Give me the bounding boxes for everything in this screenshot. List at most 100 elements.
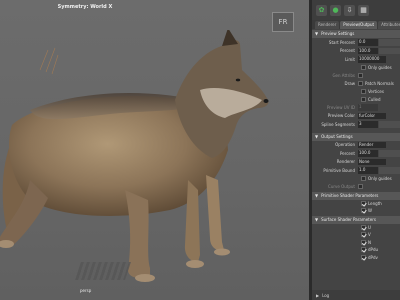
section-preview-settings[interactable]: ▼ Preview Settings	[312, 30, 400, 38]
preview-color-dropdown[interactable]: furColor	[358, 112, 386, 119]
start-percent-field[interactable]: 0.0	[358, 39, 378, 46]
camera-label: persp	[80, 288, 92, 293]
fur-guides	[39, 47, 59, 75]
primitive-bound-row: Primitive Bound 1.0	[312, 166, 400, 175]
section-title: Preview Settings	[321, 31, 355, 36]
panel-tabs: Renderer Preview/Output Attributes	[312, 20, 400, 29]
output-percent-label: Percent	[339, 150, 355, 156]
section-surface-shader[interactable]: ▼ Surface Shader Parameters	[312, 215, 400, 224]
primitive-bound-slider[interactable]	[379, 167, 400, 174]
section-output-settings[interactable]: ▼ Output Settings	[312, 132, 400, 141]
panel-toolbar: ✿ ● ⇩ ▦	[312, 0, 400, 20]
limit-label: Limit	[345, 56, 355, 62]
spline-segments-slider[interactable]	[379, 121, 400, 128]
shader-param-row[interactable]: U	[312, 224, 400, 232]
length-checkbox[interactable]	[361, 200, 366, 206]
tab-renderer[interactable]: Renderer	[315, 21, 340, 29]
3d-viewport[interactable]: Symmetry: World X FR persp	[0, 0, 309, 300]
expand-arrow-icon: ▶	[316, 292, 320, 298]
percent-slider[interactable]	[379, 47, 400, 54]
u-label: U	[368, 224, 371, 230]
gen-attribs-checkbox[interactable]	[358, 72, 363, 78]
grid-icon[interactable]: ▦	[358, 4, 369, 16]
percent-label: Percent	[339, 48, 355, 54]
primitive-bound-label: Primitive Bound	[323, 167, 355, 173]
down-arrow-icon[interactable]: ⇩	[344, 4, 355, 16]
gen-attribs-label: Gen Attribs	[332, 72, 355, 78]
renderer-label: Renderer	[336, 159, 355, 165]
primitive-bound-field[interactable]: 1.0	[358, 167, 378, 174]
spline-segments-label: Spline Segments	[321, 121, 355, 127]
u-checkbox[interactable]	[361, 224, 366, 230]
preview-only-guides-checkbox[interactable]	[361, 64, 366, 70]
shader-param-row[interactable]: dPdv	[312, 254, 400, 262]
wolf-eye	[235, 78, 241, 82]
tab-preview-output[interactable]: Preview/Output	[340, 21, 378, 29]
spline-segments-row: Spline Segments 3	[312, 120, 400, 129]
turtle-icon[interactable]: ●	[330, 4, 341, 16]
shader-param-row[interactable]: W	[312, 207, 400, 215]
preview-uv-id-field[interactable]: 1	[358, 104, 378, 111]
log-label: Log	[322, 292, 330, 298]
collapse-arrow-icon: ▼	[315, 133, 319, 139]
start-percent-row: Start Percent 0.0	[312, 38, 400, 47]
section-title: Output Settings	[321, 133, 353, 139]
section-title: Primitive Shader Parameters	[321, 192, 379, 198]
output-percent-row: Percent 100.0	[312, 149, 400, 158]
dpdu-checkbox[interactable]	[361, 247, 366, 253]
limit-row: Limit 10000000	[312, 55, 400, 64]
collapse-arrow-icon: ▼	[315, 216, 319, 222]
viewport-title: Symmetry: World X	[57, 4, 113, 10]
output-only-guides-row[interactable]: Only guides	[312, 175, 400, 183]
renderer-row: Renderer None	[312, 158, 400, 167]
start-percent-slider[interactable]	[379, 39, 400, 46]
percent-field[interactable]: 100.0	[358, 47, 378, 54]
preview-uv-id-row: Preview UV ID 1	[312, 103, 400, 112]
collapse-arrow-icon: ▼	[315, 192, 319, 198]
attribute-panel: ✿ ● ⇩ ▦ Renderer Preview/Output Attribut…	[312, 0, 400, 300]
vertices-row[interactable]: Vertices	[312, 88, 400, 96]
limit-field[interactable]: 10000000	[358, 56, 386, 63]
dpdv-label: dPdv	[368, 254, 378, 260]
operation-row: Operation Render	[312, 141, 400, 150]
wolf-nose	[263, 99, 269, 103]
wolf-model[interactable]	[0, 30, 309, 300]
section-title: Surface Shader Parameters	[321, 216, 376, 222]
vertices-checkbox[interactable]	[361, 89, 366, 95]
wolf-ear	[222, 30, 238, 46]
shader-param-row[interactable]: V	[312, 231, 400, 239]
preview-uv-id-label: Preview UV ID	[326, 104, 355, 110]
culled-row[interactable]: Culled	[312, 96, 400, 104]
log-bar[interactable]: ▶ Log	[312, 290, 400, 300]
section-primitive-shader[interactable]: ▼ Primitive Shader Parameters	[312, 191, 400, 200]
n-checkbox[interactable]	[361, 239, 366, 245]
tab-attributes[interactable]: Attributes	[378, 21, 400, 29]
patch-normals-checkbox[interactable]	[358, 81, 363, 87]
operation-label: Operation	[335, 142, 355, 148]
view-cube[interactable]: FR	[272, 12, 294, 32]
wolf-front-leg-right	[206, 175, 224, 251]
dpdu-label: dPdu	[368, 247, 379, 253]
operation-dropdown[interactable]: Render	[358, 141, 386, 148]
shader-param-row[interactable]: dPdu	[312, 246, 400, 254]
w-label: W	[368, 208, 372, 214]
output-only-guides-checkbox[interactable]	[361, 175, 366, 181]
preview-only-guides-row[interactable]: Only guides	[312, 64, 400, 72]
dpdv-checkbox[interactable]	[361, 254, 366, 260]
renderer-dropdown[interactable]: None	[358, 158, 386, 165]
w-checkbox[interactable]	[361, 208, 366, 214]
v-checkbox[interactable]	[361, 232, 366, 238]
v-label: V	[368, 232, 371, 238]
draw-label: Draw	[344, 81, 355, 87]
ground-grid	[75, 262, 131, 280]
n-label: N	[368, 239, 371, 245]
shader-param-row[interactable]: Length	[312, 200, 400, 208]
spline-segments-field[interactable]: 3	[358, 121, 378, 128]
culled-checkbox[interactable]	[361, 96, 366, 102]
curve-output-checkbox[interactable]	[358, 183, 363, 189]
fur-icon[interactable]: ✿	[316, 4, 327, 16]
output-percent-slider[interactable]	[379, 150, 400, 157]
output-percent-field[interactable]: 100.0	[358, 150, 378, 157]
shader-param-row[interactable]: N	[312, 239, 400, 247]
output-only-guides-label: Only guides	[368, 175, 392, 181]
